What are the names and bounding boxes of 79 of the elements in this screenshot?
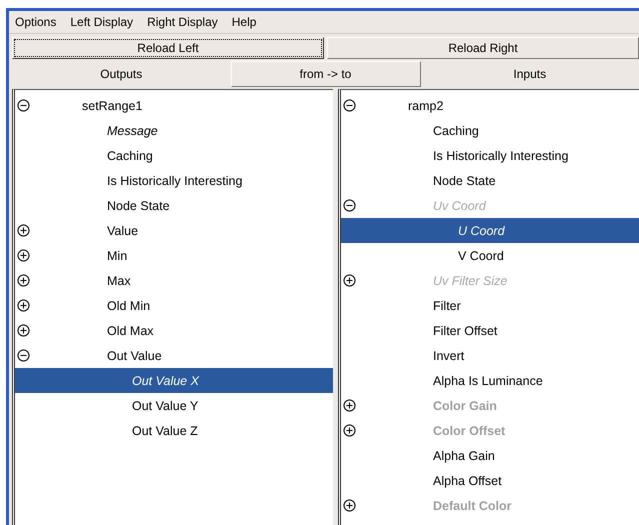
tree-row[interactable]: Value (15, 218, 333, 243)
expand-icon[interactable] (17, 224, 30, 237)
expand-icon[interactable] (17, 324, 30, 337)
tree-row[interactable]: Old Max (15, 318, 333, 343)
collapse-icon[interactable] (343, 99, 356, 112)
attribute-label: Uv Filter Size (433, 274, 508, 288)
expand-icon[interactable] (17, 274, 30, 287)
attribute-label: Is Historically Interesting (433, 148, 568, 162)
expand-icon[interactable] (343, 274, 356, 287)
menu-item[interactable]: Options (15, 15, 56, 29)
attribute-label: Invert (433, 348, 464, 362)
menu-item[interactable]: Left Display (70, 15, 134, 29)
tree-row[interactable]: Filter Offset (341, 318, 639, 343)
tree-row[interactable]: Is Historically Interesting (341, 143, 639, 168)
outputs-label: Outputs (99, 67, 144, 81)
menu-item[interactable]: Help (232, 15, 256, 29)
attribute-label: Out Value Z (132, 424, 198, 438)
tree-row[interactable]: Node State (341, 168, 639, 193)
tree-row[interactable]: setRange1 (15, 93, 333, 118)
tree-row[interactable]: Old Min (15, 293, 333, 318)
reload-button[interactable]: Reload Left (12, 37, 324, 59)
tree-row[interactable]: Caching (341, 118, 639, 143)
menu-item[interactable]: Right Display (147, 15, 218, 29)
attribute-label: Old Min (107, 298, 150, 312)
tree-row[interactable]: Out Value Y (15, 393, 333, 418)
attribute-label: Node State (107, 198, 170, 212)
tree-row[interactable]: ramp2 (341, 93, 639, 118)
attribute-label: Out Value Y (132, 398, 198, 412)
tree-row[interactable]: Invert (341, 343, 639, 368)
attribute-label: Alpha Is Luminance (433, 374, 543, 388)
attribute-label: Color Offset (433, 424, 506, 438)
collapse-icon[interactable] (17, 99, 30, 112)
tree-row[interactable]: Alpha Offset (341, 468, 639, 493)
attribute-label: Filter Offset (433, 324, 498, 338)
attribute-label: Filter (433, 298, 461, 312)
attribute-label: Default Color (433, 498, 512, 512)
tree-row[interactable]: Out Value (15, 343, 333, 368)
expand-icon[interactable] (343, 499, 356, 512)
attribute-label: Out Value X (132, 374, 199, 388)
tree-row[interactable]: Filter (341, 293, 639, 318)
tree-row[interactable]: V Coord (341, 243, 639, 268)
attribute-label: Out Value (107, 348, 162, 362)
tree-row[interactable]: Node State (15, 193, 333, 218)
reload-button[interactable]: Reload Right (327, 37, 639, 59)
attribute-label: Old Max (107, 324, 154, 338)
attribute-label: Color Gain (433, 398, 497, 412)
attribute-label: Caching (107, 148, 153, 162)
attribute-label: Value (107, 224, 138, 238)
tree-row[interactable]: Caching (15, 143, 333, 168)
tree-row[interactable]: Alpha Gain (341, 443, 639, 468)
attribute-label: ramp2 (408, 98, 444, 112)
expand-icon[interactable] (17, 299, 30, 312)
collapse-icon[interactable] (343, 199, 356, 212)
expand-icon[interactable] (17, 249, 30, 262)
attribute-label: Min (107, 248, 128, 262)
attribute-label: Uv Coord (433, 198, 486, 212)
tree-row[interactable]: Min (15, 243, 333, 268)
tree-row[interactable]: Is Historically Interesting (15, 168, 333, 193)
expand-icon[interactable] (343, 424, 356, 437)
attribute-label: Alpha Offset (433, 474, 502, 488)
attribute-label: Message (107, 124, 158, 138)
tree-row[interactable]: Out Value X (15, 368, 333, 393)
attribute-label: V Coord (458, 248, 504, 262)
attribute-label: Node State (433, 174, 496, 188)
inputs-label: Inputs (512, 67, 548, 81)
attribute-label: U Coord (458, 224, 505, 238)
tree-row[interactable]: U Coord (341, 218, 639, 243)
attribute-label: Alpha Gain (433, 448, 495, 462)
direction-button[interactable]: from -> to (230, 61, 420, 87)
tree-row[interactable]: Out Value Z (15, 418, 333, 443)
attribute-label: Is Historically Interesting (107, 174, 242, 188)
expand-icon[interactable] (343, 399, 356, 412)
attribute-label: Max (107, 274, 131, 288)
collapse-icon[interactable] (17, 349, 30, 362)
attribute-label: setRange1 (82, 98, 142, 112)
tree-row[interactable]: Max (15, 268, 333, 293)
attribute-label: Caching (433, 124, 479, 138)
tree-row[interactable]: Alpha Is Luminance (341, 368, 639, 393)
tree-row[interactable]: Message (15, 118, 333, 143)
